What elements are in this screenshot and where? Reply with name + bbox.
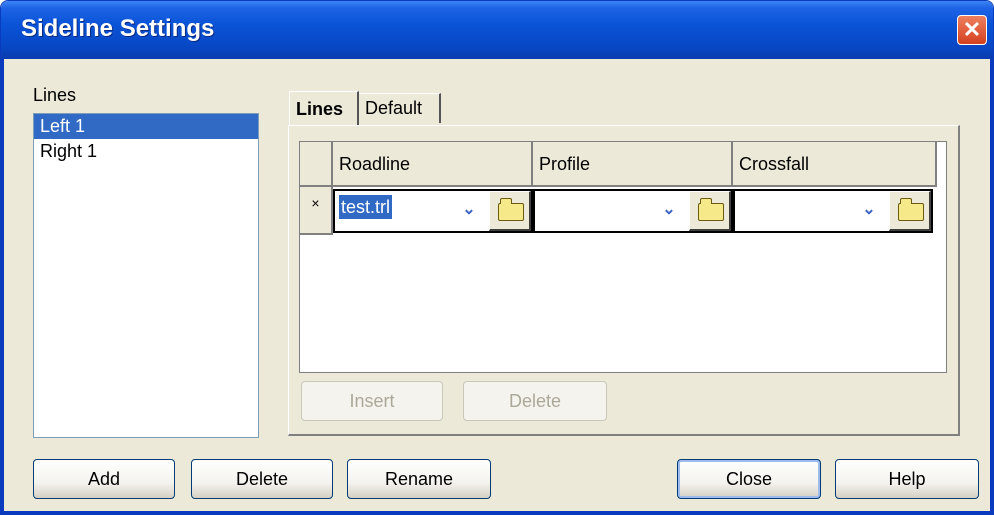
roadline-cell[interactable]: test.trl ⌄ [333, 189, 533, 233]
lines-listbox[interactable]: Left 1 Right 1 [33, 113, 259, 438]
insert-label: Insert [349, 391, 395, 411]
dialog-window: Sideline Settings ✕ Lines Left 1 Right 1… [0, 0, 994, 515]
column-header-roadline[interactable]: Roadline [333, 142, 533, 187]
list-item-label: Left 1 [40, 116, 86, 136]
new-row-marker: × [300, 187, 333, 235]
column-header-crossfall[interactable]: Crossfall [733, 142, 937, 187]
lines-label: Lines [33, 85, 77, 105]
list-item[interactable]: Right 1 [34, 139, 258, 164]
window-title: Sideline Settings [21, 15, 215, 42]
chevron-down-icon[interactable]: ⌄ [659, 197, 679, 223]
delete-row-label: Delete [508, 391, 562, 411]
add-label: Add [87, 469, 121, 489]
delete-line-button[interactable]: Delete [191, 459, 333, 499]
grid-corner [300, 142, 333, 187]
close-label: Close [725, 469, 773, 489]
crossfall-cell[interactable]: ⌄ [733, 189, 933, 233]
folder-icon [898, 198, 924, 221]
insert-row-button[interactable]: Insert [301, 381, 443, 421]
delete-row-button[interactable]: Delete [463, 381, 607, 421]
help-button[interactable]: Help [835, 459, 979, 499]
title-bar[interactable]: Sideline Settings ✕ [1, 1, 993, 59]
list-item[interactable]: Left 1 [34, 114, 258, 139]
chevron-down-icon[interactable]: ⌄ [459, 197, 479, 223]
browse-roadline-button[interactable] [489, 191, 531, 231]
profile-cell[interactable]: ⌄ [533, 189, 733, 233]
help-label: Help [888, 469, 926, 489]
browse-crossfall-button[interactable] [889, 191, 931, 231]
tab-default[interactable]: Default [359, 93, 441, 123]
tab-lines[interactable]: Lines [289, 91, 359, 125]
add-button[interactable]: Add [33, 459, 175, 499]
close-button[interactable]: Close [677, 459, 821, 499]
roadline-value[interactable]: test.trl [337, 194, 394, 220]
list-item-label: Right 1 [40, 141, 98, 161]
folder-icon [498, 198, 524, 221]
column-header-profile[interactable]: Profile [533, 142, 733, 187]
rename-button[interactable]: Rename [347, 459, 491, 499]
delete-label: Delete [235, 469, 289, 489]
rename-label: Rename [384, 469, 454, 489]
close-icon: ✕ [962, 17, 982, 42]
lines-grid[interactable]: Roadline Profile Crossfall × test.trl ⌄ … [299, 141, 947, 373]
folder-icon [698, 198, 724, 221]
chevron-down-icon[interactable]: ⌄ [859, 197, 879, 223]
close-window-button[interactable]: ✕ [957, 15, 987, 45]
browse-profile-button[interactable] [689, 191, 731, 231]
